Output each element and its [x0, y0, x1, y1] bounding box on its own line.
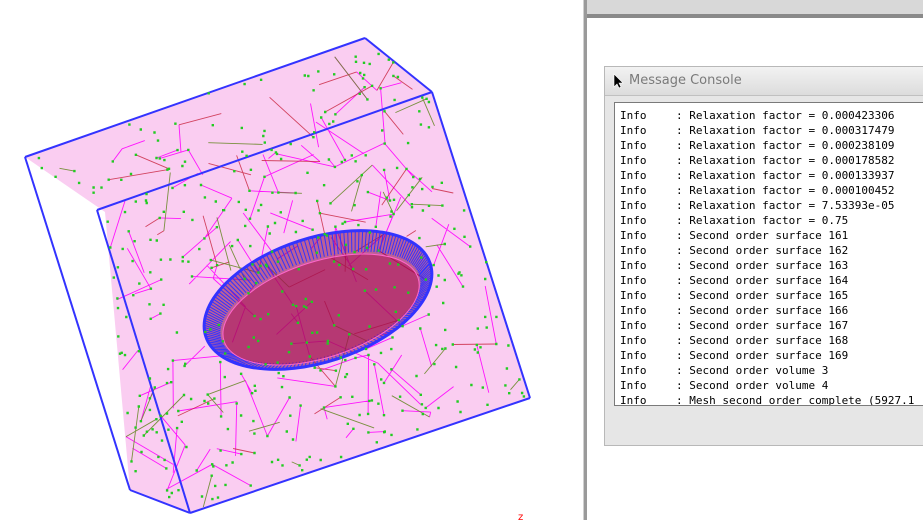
- log-level: Info: [620, 139, 647, 152]
- log-level: Info: [620, 289, 647, 302]
- log-level: Info: [620, 274, 647, 287]
- log-level: Info: [620, 229, 647, 242]
- log-message: : Relaxation factor = 0.000317479: [676, 124, 895, 137]
- log-level: Info: [620, 244, 647, 257]
- console-footer: [605, 409, 923, 445]
- log-level: Info: [620, 349, 647, 362]
- log-message: : Second order volume 3: [676, 364, 829, 377]
- mesh-viewport[interactable]: z: [0, 0, 583, 520]
- console-log-line: Info : Relaxation factor = 0.000317479: [620, 123, 895, 138]
- console-log-line: Info : Relaxation factor = 0.75: [620, 213, 848, 228]
- log-level: Info: [620, 364, 647, 377]
- console-log-line: Info : Mesh second order complete (5927.1: [620, 393, 915, 406]
- log-message: : Second order surface 163: [676, 259, 849, 272]
- console-log[interactable]: Info: Relaxation factor = 0.000423306 Inf…: [614, 102, 923, 406]
- log-message: : Second order surface 168: [676, 334, 849, 347]
- console-log-line: Info : Second order surface 162: [620, 243, 848, 258]
- log-level: Info: [620, 154, 647, 167]
- log-level: Info: [620, 304, 647, 317]
- log-message: : Second order surface 169: [676, 349, 849, 362]
- log-level: Info: [620, 394, 647, 406]
- log-message: : Second order surface 162: [676, 244, 849, 257]
- right-pane-toolbar: [587, 0, 923, 18]
- mesh-canvas[interactable]: z: [0, 0, 583, 520]
- log-level: Info: [620, 379, 647, 392]
- log-level: Info: [620, 109, 647, 122]
- log-message: : Second order surface 165: [676, 289, 849, 302]
- log-level: Info: [620, 319, 647, 332]
- console-log-line: Info : Second order volume 4: [620, 378, 828, 393]
- log-message: : Relaxation factor = 0.000423306: [676, 109, 895, 122]
- cursor-icon: [613, 73, 624, 89]
- console-log-line: Info : Relaxation factor = 0.000423306: [620, 108, 895, 123]
- console-log-line: Info : Second order volume 3: [620, 363, 828, 378]
- right-pane: Message Console Info : Relaxation factor …: [587, 0, 923, 520]
- log-message: : Relaxation factor = 0.000178582: [676, 154, 895, 167]
- log-level: Info: [620, 214, 647, 227]
- log-message: : Second order surface 164: [676, 274, 849, 287]
- console-log-line: Info : Second order surface 168: [620, 333, 848, 348]
- log-message: : Second order volume 4: [676, 379, 829, 392]
- log-level: Info: [620, 334, 647, 347]
- log-level: Info: [620, 184, 647, 197]
- console-log-line: Info : Relaxation factor = 7.53393e-05: [620, 198, 895, 213]
- console-log-line: Info : Second order surface 166: [620, 303, 848, 318]
- console-titlebar[interactable]: Message Console: [605, 67, 923, 96]
- axis-indicator: z: [518, 512, 523, 520]
- console-log-line: Info : Second order surface 164: [620, 273, 848, 288]
- console-log-line: Info : Relaxation factor = 0.000178582: [620, 153, 895, 168]
- console-log-line: Info : Second order surface 167: [620, 318, 848, 333]
- console-log-line: Info : Second order surface 161: [620, 228, 848, 243]
- log-message: : Mesh second order complete (5927.1: [676, 394, 915, 406]
- log-level: Info: [620, 124, 647, 137]
- log-level: Info: [620, 259, 647, 272]
- log-message: : Second order surface 167: [676, 319, 849, 332]
- message-console-window[interactable]: Message Console Info : Relaxation factor …: [604, 66, 923, 446]
- log-message: : Second order surface 166: [676, 304, 849, 317]
- log-level: Info: [620, 199, 647, 212]
- log-message: : Second order surface 161: [676, 229, 849, 242]
- console-log-line: Info : Relaxation factor = 0.000100452: [620, 183, 895, 198]
- log-message: : Relaxation factor = 0.000238109: [676, 139, 895, 152]
- console-log-line: Info : Relaxation factor = 0.000133937: [620, 168, 895, 183]
- console-log-line: Info : Relaxation factor = 0.000238109: [620, 138, 895, 153]
- console-log-line: Info : Second order surface 165: [620, 288, 848, 303]
- console-title: Message Console: [629, 73, 742, 88]
- log-message: : Relaxation factor = 7.53393e-05: [676, 199, 895, 212]
- log-message: : Relaxation factor = 0.000133937: [676, 169, 895, 182]
- log-message: : Relaxation factor = 0.75: [676, 214, 849, 227]
- log-message: : Relaxation factor = 0.000100452: [676, 184, 895, 197]
- console-log-line: Info : Second order surface 163: [620, 258, 848, 273]
- log-level: Info: [620, 169, 647, 182]
- console-log-line: Info : Second order surface 169: [620, 348, 848, 363]
